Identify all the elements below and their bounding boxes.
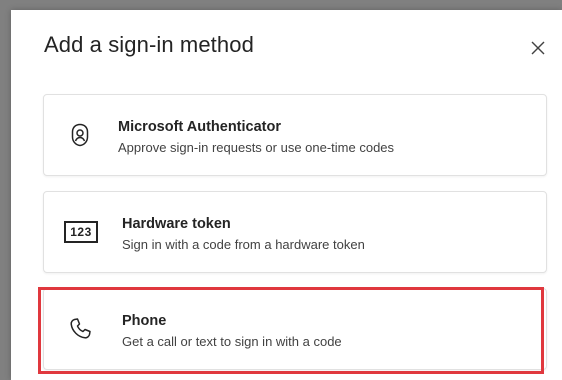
- token-badge-text: 123: [64, 221, 98, 243]
- method-description: Sign in with a code from a hardware toke…: [122, 237, 365, 252]
- close-button[interactable]: [528, 38, 548, 58]
- method-option-hardware-token[interactable]: 123 Hardware token Sign in with a code f…: [43, 191, 547, 273]
- hardware-token-icon: 123: [62, 216, 100, 248]
- method-title: Microsoft Authenticator: [118, 119, 281, 135]
- add-sign-in-method-dialog: Add a sign-in method Microsoft Authentic…: [11, 10, 562, 380]
- phone-icon: [64, 313, 96, 345]
- method-option-phone[interactable]: Phone Get a call or text to sign in with…: [43, 288, 547, 370]
- method-option-microsoft-authenticator[interactable]: Microsoft Authenticator Approve sign-in …: [43, 94, 547, 176]
- method-description: Approve sign-in requests or use one-time…: [118, 140, 395, 155]
- close-icon: [531, 41, 545, 55]
- method-title: Hardware token: [122, 216, 231, 232]
- method-title: Phone: [122, 313, 167, 329]
- dialog-title: Add a sign-in method: [44, 32, 254, 57]
- authenticator-lock-icon: [64, 119, 96, 151]
- method-description: Get a call or text to sign in with a cod…: [122, 334, 342, 349]
